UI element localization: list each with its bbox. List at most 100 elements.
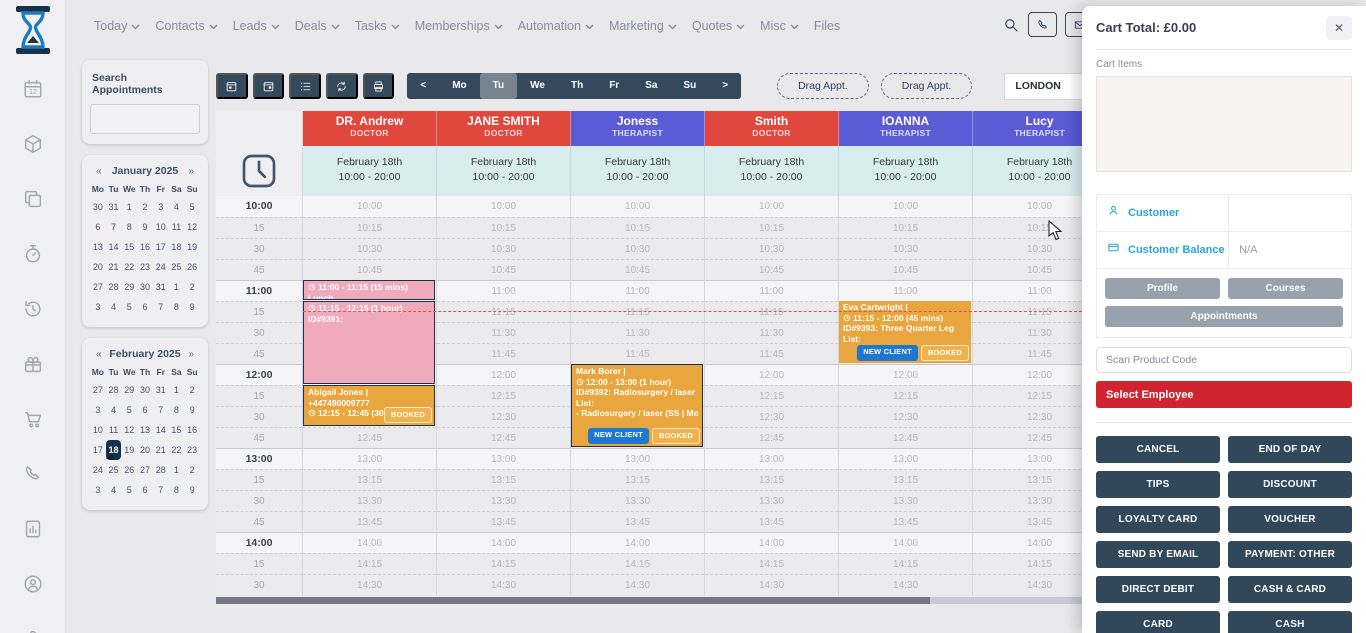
time-slot[interactable]: 12:45 [303, 427, 436, 448]
day-cell[interactable]: 25 [106, 460, 122, 480]
day-cell[interactable]: 2 [184, 277, 200, 297]
nav-item-quotes[interactable]: Quotes [692, 19, 745, 33]
time-slot[interactable]: 11:45 [437, 343, 570, 364]
time-slot[interactable]: 13:00 [705, 448, 838, 469]
time-slot[interactable]: 11:00 [571, 280, 704, 301]
day-cell[interactable]: 6 [137, 297, 153, 317]
selected-day-cell[interactable]: 18 [106, 440, 122, 460]
day-cell[interactable]: 16 [184, 420, 200, 440]
day-cell[interactable]: 13 [137, 420, 153, 440]
day-cell[interactable]: 13 [90, 237, 106, 257]
day-cell[interactable]: 18 [169, 237, 185, 257]
day-cell[interactable]: 20 [90, 257, 106, 277]
time-slot[interactable]: 11:30 [437, 322, 570, 343]
day-nav-mo[interactable]: Mo [439, 73, 479, 99]
day-nav-tu[interactable]: Tu [480, 73, 517, 99]
time-slot[interactable]: 10:30 [839, 238, 972, 259]
time-slot[interactable]: 13:30 [571, 490, 704, 511]
nav-item-memberships[interactable]: Memberships [415, 19, 503, 33]
day-cell[interactable]: 5 [121, 297, 137, 317]
day-cell[interactable]: 9 [184, 297, 200, 317]
day-nav-sa[interactable]: Sa [632, 73, 670, 99]
time-slot[interactable]: 10:15 [839, 217, 972, 238]
refresh-button[interactable] [326, 73, 358, 99]
employee-column-header-smith[interactable]: SmithDOCTOR [705, 111, 839, 146]
day-cell[interactable]: 5 [184, 197, 200, 217]
nav-item-tasks[interactable]: Tasks [355, 19, 400, 33]
day-cell[interactable]: 6 [90, 217, 106, 237]
day-nav-fr[interactable]: Fr [596, 73, 632, 99]
day-cell[interactable]: 20 [137, 440, 153, 460]
day-nav-next[interactable]: > [709, 73, 741, 99]
prev-month-button[interactable]: « [94, 349, 104, 360]
time-slot[interactable]: 13:00 [839, 448, 972, 469]
time-slot[interactable]: 14:30 [571, 574, 704, 595]
time-slot[interactable]: 13:15 [303, 469, 436, 490]
day-cell[interactable]: 15 [169, 420, 185, 440]
day-cell[interactable]: 17 [90, 440, 106, 460]
day-cell[interactable]: 9 [184, 400, 200, 420]
time-slot[interactable]: 12:30 [437, 406, 570, 427]
day-nav-prev[interactable]: < [407, 73, 439, 99]
time-slot[interactable]: 12:45 [705, 427, 838, 448]
day-cell[interactable]: 30 [90, 197, 106, 217]
time-slot[interactable]: 13:15 [571, 469, 704, 490]
day-cell[interactable]: 5 [121, 480, 137, 500]
time-slot[interactable]: 13:00 [437, 448, 570, 469]
cash-button[interactable]: CASH [1228, 611, 1352, 633]
nav-item-deals[interactable]: Deals [295, 19, 340, 33]
select-employee-button[interactable]: Select Employee [1096, 381, 1352, 408]
time-slot[interactable]: 12:15 [839, 385, 972, 406]
time-slot[interactable]: 13:15 [839, 469, 972, 490]
time-slot[interactable]: 12:45 [839, 427, 972, 448]
cart-icon[interactable] [22, 408, 44, 430]
employee-column-header-jane-smith[interactable]: JANE SMITHDOCTOR [437, 111, 571, 146]
day-cell[interactable]: 7 [153, 297, 169, 317]
time-slot[interactable]: 11:00 [437, 280, 570, 301]
drag-appointment-button-2[interactable]: Drag Appt. [881, 73, 973, 99]
day-cell[interactable]: 27 [137, 460, 153, 480]
day-cell[interactable]: 3 [90, 297, 106, 317]
time-slot[interactable]: 11:00 [839, 280, 972, 301]
day-cell[interactable]: 22 [121, 257, 137, 277]
day-cell[interactable]: 9 [184, 480, 200, 500]
nav-item-marketing[interactable]: Marketing [609, 19, 677, 33]
send-by-email-button[interactable]: SEND BY EMAIL [1096, 541, 1220, 568]
day-cell[interactable]: 28 [153, 460, 169, 480]
nav-item-leads[interactable]: Leads [233, 19, 280, 33]
time-slot[interactable]: 14:15 [303, 553, 436, 574]
time-slot[interactable]: 14:00 [705, 532, 838, 553]
time-slot[interactable]: 12:00 [705, 364, 838, 385]
cash-card-button[interactable]: CASH & CARD [1228, 576, 1352, 603]
time-slot[interactable]: 10:45 [303, 259, 436, 280]
time-slot[interactable]: 11:15 [705, 301, 838, 322]
day-cell[interactable]: 8 [169, 480, 185, 500]
print-button[interactable] [363, 73, 395, 99]
day-cell[interactable]: 4 [106, 400, 122, 420]
day-cell[interactable]: 2 [184, 460, 200, 480]
employee-column-header-joness[interactable]: JonessTHERAPIST [571, 111, 705, 146]
day-cell[interactable]: 24 [90, 460, 106, 480]
day-cell[interactable]: 28 [106, 277, 122, 297]
day-cell[interactable]: 27 [90, 277, 106, 297]
lock-icon[interactable] [22, 628, 44, 633]
calendar-day-button[interactable] [216, 73, 248, 99]
day-cell[interactable]: 11 [106, 420, 122, 440]
time-slot[interactable]: 12:15 [705, 385, 838, 406]
time-slot[interactable]: 11:45 [571, 343, 704, 364]
time-slot[interactable]: 14:00 [303, 532, 436, 553]
time-slot[interactable]: 13:15 [705, 469, 838, 490]
search-icon[interactable] [1002, 16, 1020, 34]
time-slot[interactable]: 14:30 [437, 574, 570, 595]
cancel-button[interactable]: CANCEL [1096, 436, 1220, 463]
time-slot[interactable]: 10:30 [705, 238, 838, 259]
day-cell[interactable]: 6 [137, 480, 153, 500]
day-cell[interactable]: 21 [106, 257, 122, 277]
nav-item-files[interactable]: Files [814, 19, 840, 33]
day-cell[interactable]: 10 [90, 420, 106, 440]
time-slot[interactable]: 13:15 [437, 469, 570, 490]
appointment-block[interactable]: Mark Borer |12:00 - 13:00 (1 hour)ID#939… [571, 364, 703, 447]
nav-item-automation[interactable]: Automation [518, 19, 594, 33]
employee-column-header-dr-andrew[interactable]: DR. AndrewDOCTOR [303, 111, 437, 146]
scan-product-code-input[interactable] [1096, 347, 1352, 373]
